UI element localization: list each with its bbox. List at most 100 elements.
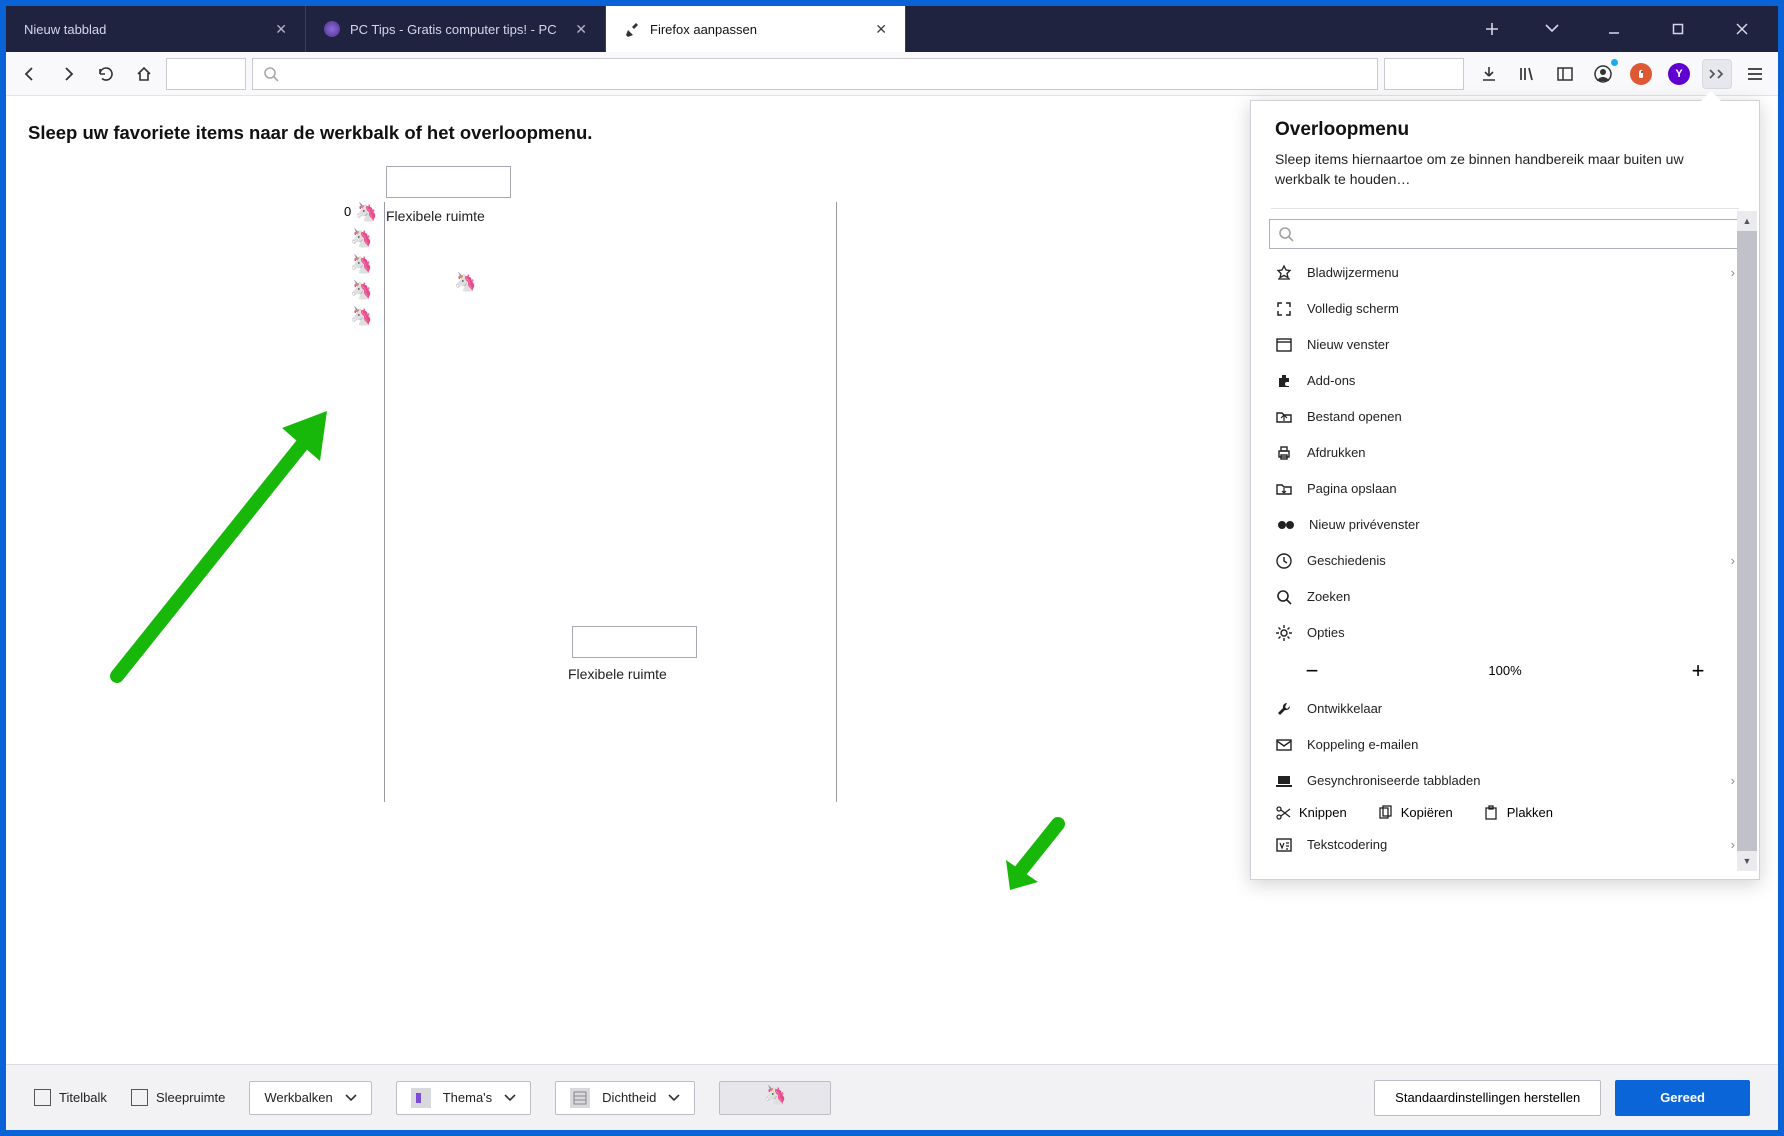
app-menu-button[interactable] <box>1740 59 1770 89</box>
copy-button[interactable]: Kopiëren <box>1377 805 1453 821</box>
maximize-button[interactable] <box>1650 11 1706 47</box>
minimize-button[interactable] <box>1586 11 1642 47</box>
sidebar-button[interactable] <box>1550 59 1580 89</box>
downloads-button[interactable] <box>1474 59 1504 89</box>
overflow-item-addons[interactable]: Add-ons <box>1269 363 1741 399</box>
mail-icon <box>1275 738 1293 752</box>
chevron-right-icon: › <box>1731 773 1735 788</box>
flexible-space-frame[interactable] <box>386 166 511 198</box>
overflow-item-search[interactable]: Zoeken <box>1269 579 1741 615</box>
list-tabs-button[interactable] <box>1526 11 1578 47</box>
scissors-icon <box>1275 805 1291 821</box>
new-tab-button[interactable] <box>1466 11 1518 47</box>
divider <box>836 202 837 802</box>
unicorn-icon[interactable] <box>454 274 476 296</box>
overflow-item-open-file[interactable]: Bestand openen <box>1269 399 1741 435</box>
folder-open-icon <box>1275 408 1293 426</box>
fullscreen-icon <box>1275 300 1293 318</box>
profile-button[interactable] <box>1588 59 1618 89</box>
overflow-item-options[interactable]: Opties <box>1269 615 1741 651</box>
overflow-item-email-link[interactable]: Koppeling e-mailen <box>1269 727 1741 763</box>
scroll-down-icon[interactable]: ▼ <box>1737 851 1757 871</box>
done-button[interactable]: Gereed <box>1615 1080 1750 1116</box>
unicorn-icon[interactable] <box>350 256 372 278</box>
close-icon[interactable]: ✕ <box>275 21 287 38</box>
encoding-icon <box>1275 836 1293 854</box>
forward-button[interactable] <box>52 58 84 90</box>
back-button[interactable] <box>14 58 46 90</box>
zoom-out-button[interactable]: − <box>1299 658 1325 684</box>
unicorn-button[interactable] <box>719 1081 831 1115</box>
home-button[interactable] <box>128 58 160 90</box>
navigation-toolbar: Y <box>6 52 1778 96</box>
unicorn-icon[interactable] <box>355 204 377 226</box>
unicorn-icon[interactable] <box>350 282 372 304</box>
density-dropdown[interactable]: Dichtheid <box>555 1081 695 1115</box>
print-icon <box>1275 444 1293 462</box>
annotation-arrow-icon <box>102 386 362 686</box>
private-icon <box>1275 519 1295 531</box>
annotation-arrow-icon <box>996 816 1076 896</box>
wrench-icon <box>1275 700 1293 718</box>
unicorn-icon[interactable] <box>350 308 372 330</box>
extension-yahoo-icon[interactable]: Y <box>1664 59 1694 89</box>
cut-button[interactable]: Knippen <box>1275 805 1347 821</box>
overflow-item-print[interactable]: Afdrukken <box>1269 435 1741 471</box>
tab-new[interactable]: Nieuw tabblad ✕ <box>6 6 306 52</box>
dragspace-checkbox[interactable]: Sleepruimte <box>131 1089 225 1106</box>
overflow-menu-panel: Overloopmenu Sleep items hiernaartoe om … <box>1250 100 1760 880</box>
restore-defaults-button[interactable]: Standaardinstellingen herstellen <box>1374 1080 1601 1116</box>
overflow-title: Overloopmenu <box>1275 119 1735 141</box>
laptop-icon <box>1275 774 1293 788</box>
extension-duckduckgo-icon[interactable] <box>1626 59 1656 89</box>
toolbar-slot[interactable] <box>166 58 246 90</box>
overflow-search-input[interactable] <box>1269 219 1741 249</box>
overflow-subtitle: Sleep items hiernaartoe om ze binnen han… <box>1275 149 1735 190</box>
overflow-item-new-window[interactable]: Nieuw venster <box>1269 327 1741 363</box>
tab-label: PC Tips - Gratis computer tips! - PC <box>350 22 557 37</box>
paste-button[interactable]: Plakken <box>1483 805 1553 821</box>
gear-icon <box>1275 624 1293 642</box>
theme-swatch-icon <box>411 1088 431 1108</box>
save-icon <box>1275 480 1293 498</box>
close-icon[interactable]: ✕ <box>875 21 887 38</box>
favicon-icon <box>324 21 340 37</box>
unicorn-icon[interactable] <box>350 230 372 252</box>
customize-panel: Sleep uw favoriete items naar de werkbal… <box>6 96 1778 1064</box>
flexible-space-label: Flexibele ruimte <box>568 666 667 682</box>
zoom-level: 100% <box>1488 663 1521 678</box>
overflow-item-fullscreen[interactable]: Volledig scherm <box>1269 291 1741 327</box>
overflow-item-bookmarks[interactable]: Bladwijzermenu› <box>1269 255 1741 291</box>
overflow-item-text-encoding[interactable]: Tekstcodering› <box>1269 827 1741 863</box>
window-icon <box>1275 336 1293 354</box>
chevron-right-icon: › <box>1731 265 1735 280</box>
themes-dropdown[interactable]: Thema's <box>396 1081 531 1115</box>
url-bar[interactable] <box>252 58 1378 90</box>
tab-pctips[interactable]: PC Tips - Gratis computer tips! - PC ✕ <box>306 6 606 52</box>
tab-label: Nieuw tabblad <box>24 22 106 37</box>
overflow-item-developer[interactable]: Ontwikkelaar <box>1269 691 1741 727</box>
overflow-item-synced-tabs[interactable]: Gesynchroniseerde tabbladen› <box>1269 763 1741 799</box>
zoom-in-button[interactable]: + <box>1685 658 1711 684</box>
scrollbar[interactable]: ▲ ▼ <box>1737 211 1757 871</box>
overflow-item-save-page[interactable]: Pagina opslaan <box>1269 471 1741 507</box>
history-icon <box>1275 552 1293 570</box>
overflow-item-private-window[interactable]: Nieuw privévenster <box>1269 507 1741 543</box>
addons-icon <box>1275 372 1293 390</box>
overflow-item-history[interactable]: Geschiedenis› <box>1269 543 1741 579</box>
chevron-right-icon: › <box>1731 837 1735 852</box>
chevron-right-icon: › <box>1731 553 1735 568</box>
customize-heading: Sleep uw favoriete items naar de werkbal… <box>28 122 592 144</box>
overflow-menu-button[interactable] <box>1702 59 1732 89</box>
reload-button[interactable] <box>90 58 122 90</box>
close-window-button[interactable] <box>1714 11 1770 47</box>
library-button[interactable] <box>1512 59 1542 89</box>
close-icon[interactable]: ✕ <box>575 21 587 38</box>
titlebar-checkbox[interactable]: Titelbalk <box>34 1089 107 1106</box>
flexible-space-frame[interactable] <box>572 626 697 658</box>
toolbar-slot[interactable] <box>1384 58 1464 90</box>
tab-customize[interactable]: Firefox aanpassen ✕ <box>606 6 906 52</box>
search-icon <box>263 66 279 82</box>
toolbars-dropdown[interactable]: Werkbalken <box>249 1081 371 1115</box>
scroll-up-icon[interactable]: ▲ <box>1737 211 1757 231</box>
